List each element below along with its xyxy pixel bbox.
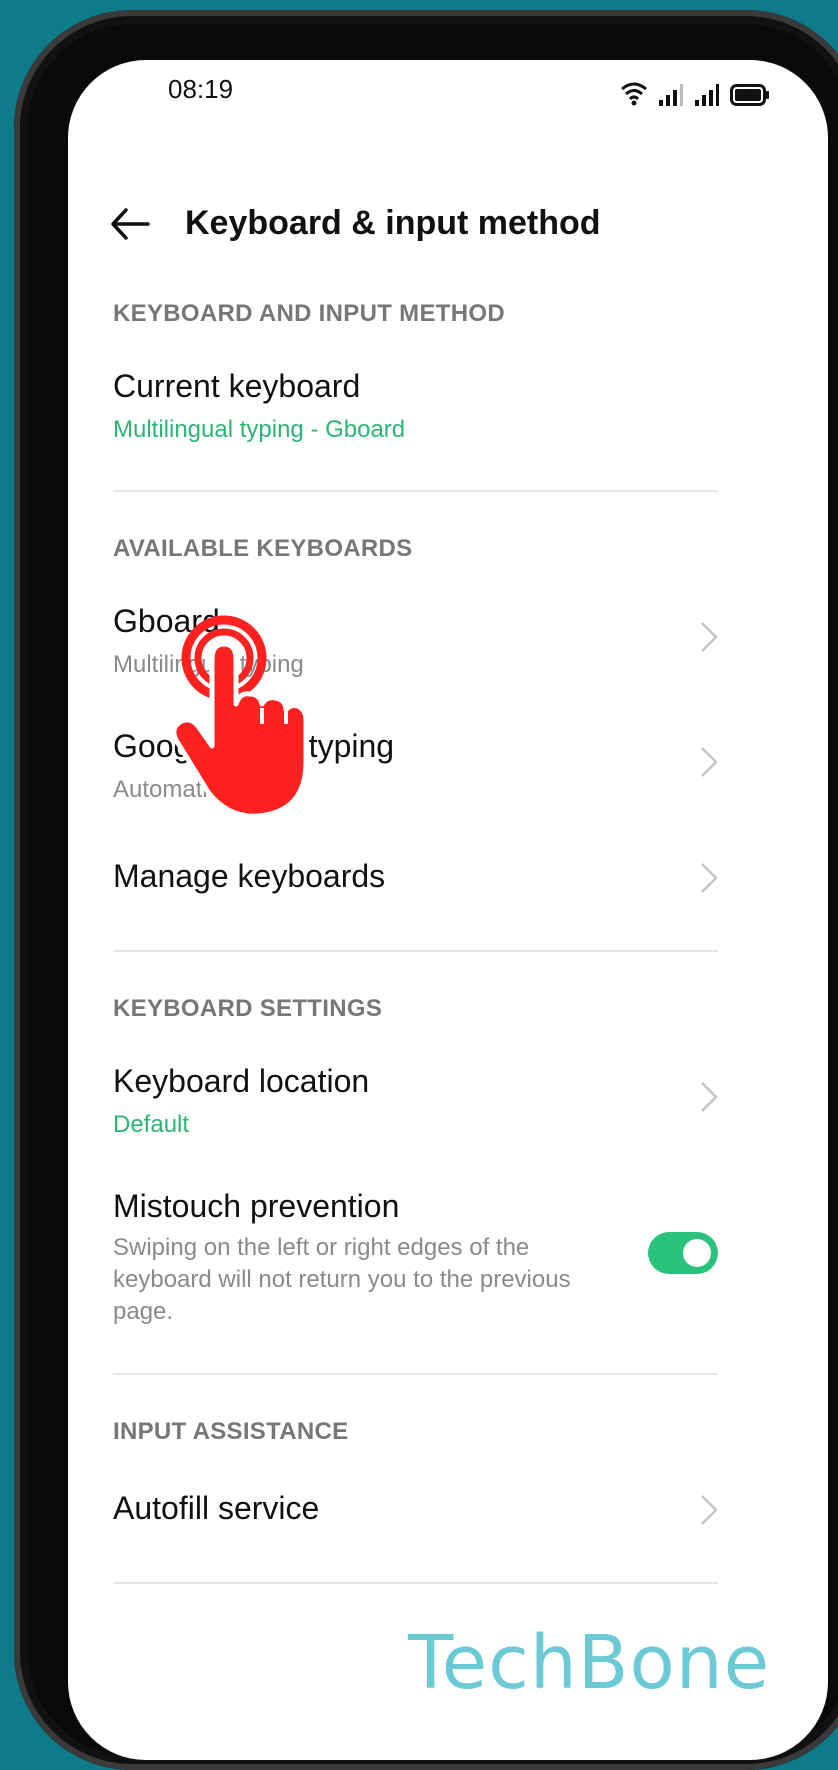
autofill-service-title: Autofill service	[113, 1490, 320, 1526]
app-bar: Keyboard & input method	[68, 180, 828, 260]
autofill-service-row[interactable]: Autofill service	[68, 1470, 828, 1550]
manage-keyboards-row[interactable]: Manage keyboards	[68, 840, 828, 920]
section-header-keyboard-settings: KEYBOARD SETTINGS	[113, 995, 383, 1022]
page-title: Keyboard & input method	[185, 204, 601, 242]
section-header-input-assistance: INPUT ASSISTANCE	[113, 1418, 349, 1445]
wifi-icon	[621, 82, 647, 106]
tap-indicator-hand-icon	[171, 615, 309, 819]
manage-keyboards-title: Manage keyboards	[113, 858, 386, 894]
current-keyboard-title: Current keyboard	[113, 368, 361, 404]
signal-icon-2	[695, 84, 719, 106]
keyboard-location-title: Keyboard location	[113, 1063, 370, 1099]
battery-icon	[730, 84, 769, 106]
current-keyboard-value: Multilingual typing - Gboard	[113, 416, 406, 443]
mistouch-prevention-toggle[interactable]	[648, 1232, 718, 1274]
status-time: 08:19	[168, 74, 234, 104]
status-icons	[620, 72, 770, 106]
section-header-keyboard-input: KEYBOARD AND INPUT METHOD	[113, 300, 505, 327]
toggle-knob	[683, 1239, 711, 1267]
status-bar: 08:19	[68, 60, 828, 120]
chevron-right-icon	[701, 747, 718, 777]
chevron-right-icon	[701, 863, 718, 893]
mistouch-prevention-row[interactable]: Mistouch prevention Swiping on the left …	[68, 1170, 828, 1340]
current-keyboard-row[interactable]: Current keyboard Multilingual typing - G…	[68, 350, 828, 460]
chevron-right-icon	[701, 1495, 718, 1525]
section-header-available-keyboards: AVAILABLE KEYBOARDS	[113, 535, 413, 562]
chevron-right-icon	[701, 1082, 718, 1112]
keyboard-location-row[interactable]: Keyboard location Default	[68, 1045, 828, 1155]
divider	[113, 1373, 718, 1375]
divider	[113, 950, 718, 952]
mistouch-prevention-description: Swiping on the left or right edges of th…	[113, 1234, 571, 1325]
screen: 08:19 Keyboard & input method KEYBOARD A…	[68, 60, 828, 1760]
chevron-right-icon	[701, 622, 718, 652]
divider	[113, 1582, 718, 1584]
phone-frame: 08:19 Keyboard & input method KEYBOARD A…	[14, 10, 838, 1770]
back-arrow-icon[interactable]	[108, 204, 154, 244]
techbone-watermark: TechBone	[408, 1620, 771, 1706]
divider	[113, 490, 718, 492]
keyboard-location-value: Default	[113, 1111, 190, 1138]
signal-icon-1	[659, 84, 683, 106]
mistouch-prevention-title: Mistouch prevention	[113, 1188, 400, 1224]
